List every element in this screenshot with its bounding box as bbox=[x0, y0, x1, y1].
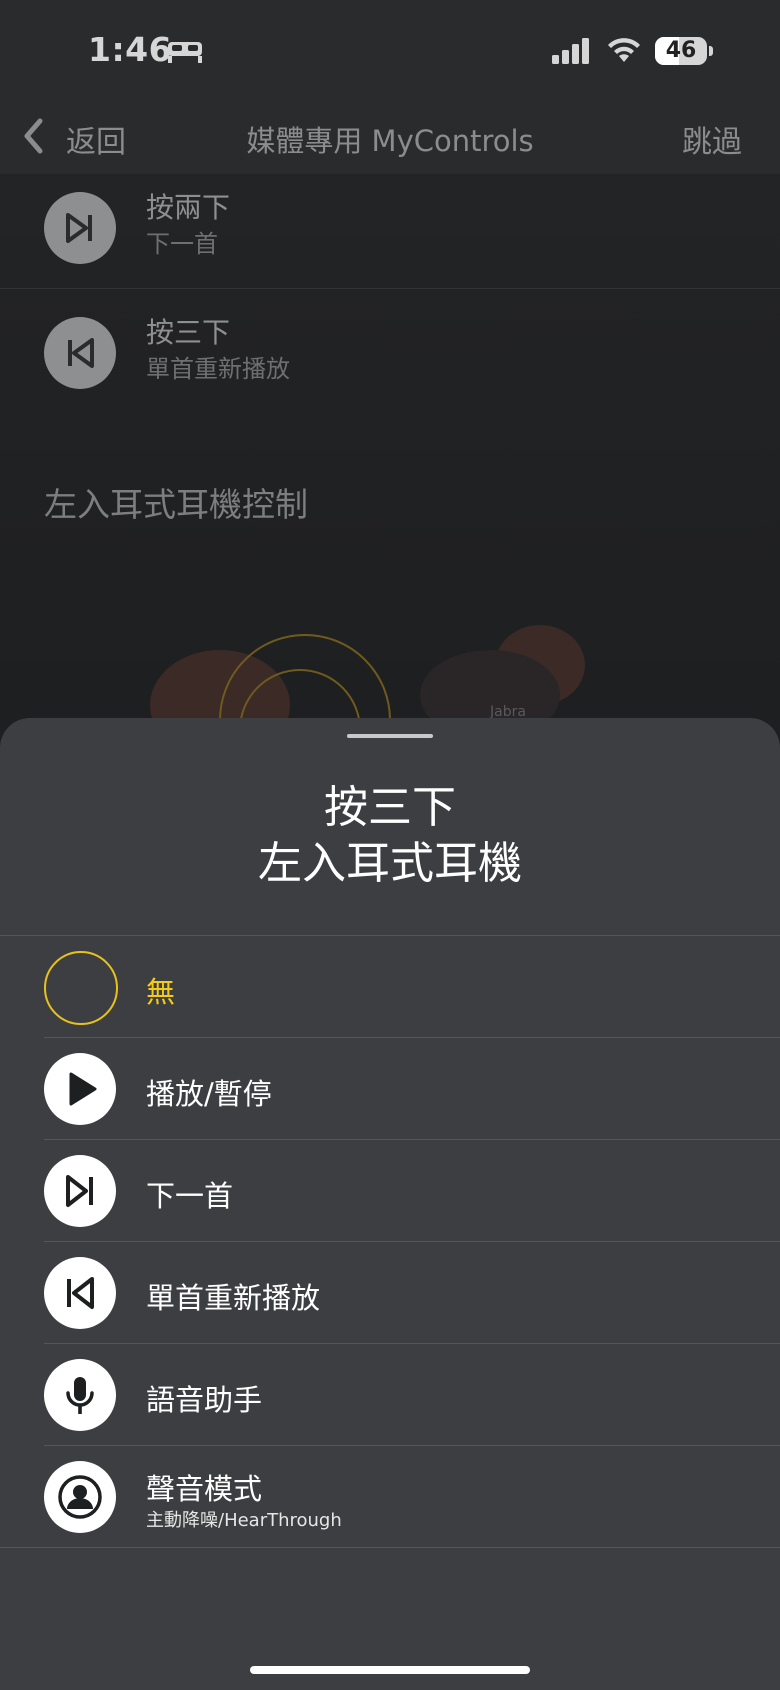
list-item-title: 按兩下 bbox=[146, 191, 231, 224]
none-icon bbox=[44, 951, 118, 1025]
page-title: 媒體專用 MyControls bbox=[246, 124, 534, 158]
option-label: 下一首 bbox=[146, 1179, 234, 1213]
option-restart-track[interactable]: 單首重新播放 bbox=[0, 1242, 780, 1344]
sound-mode-icon bbox=[44, 1461, 116, 1533]
wifi-icon bbox=[608, 38, 640, 62]
microphone-icon bbox=[44, 1359, 116, 1431]
section-heading: 左入耳式耳機控制 bbox=[44, 485, 308, 524]
home-indicator[interactable] bbox=[250, 1666, 530, 1674]
sheet-title-line1: 按三下 bbox=[324, 782, 456, 833]
sheet-title: 按三下 左入耳式耳機 bbox=[0, 780, 780, 892]
option-sublabel: 主動降噪/HearThrough bbox=[146, 1510, 342, 1531]
restart-track-icon bbox=[44, 317, 116, 389]
option-voice-assistant[interactable]: 語音助手 bbox=[0, 1344, 780, 1446]
status-time: 1:46 bbox=[88, 30, 173, 69]
battery-nub bbox=[709, 46, 713, 56]
bottom-sheet: 按三下 左入耳式耳機 無 播放/暫停 下一首 單首重新播放 語音助手 聲音模式 … bbox=[0, 718, 780, 1690]
option-label: 語音助手 bbox=[146, 1383, 263, 1417]
option-label: 聲音模式 bbox=[146, 1472, 263, 1506]
background-list-item: 按三下 單首重新播放 bbox=[0, 289, 780, 413]
list-item-subtitle: 下一首 bbox=[146, 230, 218, 258]
skip-button[interactable]: 跳過 bbox=[682, 117, 742, 161]
next-track-icon bbox=[44, 192, 116, 264]
signal-icon bbox=[552, 38, 589, 64]
option-label: 無 bbox=[146, 975, 176, 1009]
option-sound-mode[interactable]: 聲音模式 主動降噪/HearThrough bbox=[0, 1446, 780, 1548]
option-none[interactable]: 無 bbox=[0, 936, 780, 1038]
option-label: 單首重新播放 bbox=[146, 1281, 321, 1315]
background-list-item: 按兩下 下一首 bbox=[0, 164, 780, 288]
status-bar: 1:46 46 bbox=[0, 0, 780, 100]
option-next-track[interactable]: 下一首 bbox=[0, 1140, 780, 1242]
list-item-title: 按三下 bbox=[146, 316, 231, 349]
option-label: 播放/暫停 bbox=[146, 1077, 272, 1111]
earbuds-image: Jabra bbox=[150, 625, 585, 730]
battery-percent: 46 bbox=[665, 38, 697, 63]
list-item-subtitle: 單首重新播放 bbox=[146, 355, 290, 383]
restart-track-icon bbox=[44, 1257, 116, 1329]
play-icon bbox=[44, 1053, 116, 1125]
battery-icon: 46 bbox=[655, 37, 707, 65]
divider bbox=[0, 1547, 780, 1548]
sheet-title-line2: 左入耳式耳機 bbox=[258, 838, 522, 889]
nav-bar: 返回 媒體專用 MyControls 跳過 bbox=[0, 100, 780, 174]
bed-icon bbox=[168, 42, 202, 63]
next-track-icon bbox=[44, 1155, 116, 1227]
sheet-grabber[interactable] bbox=[347, 734, 433, 738]
option-play-pause[interactable]: 播放/暫停 bbox=[0, 1038, 780, 1140]
